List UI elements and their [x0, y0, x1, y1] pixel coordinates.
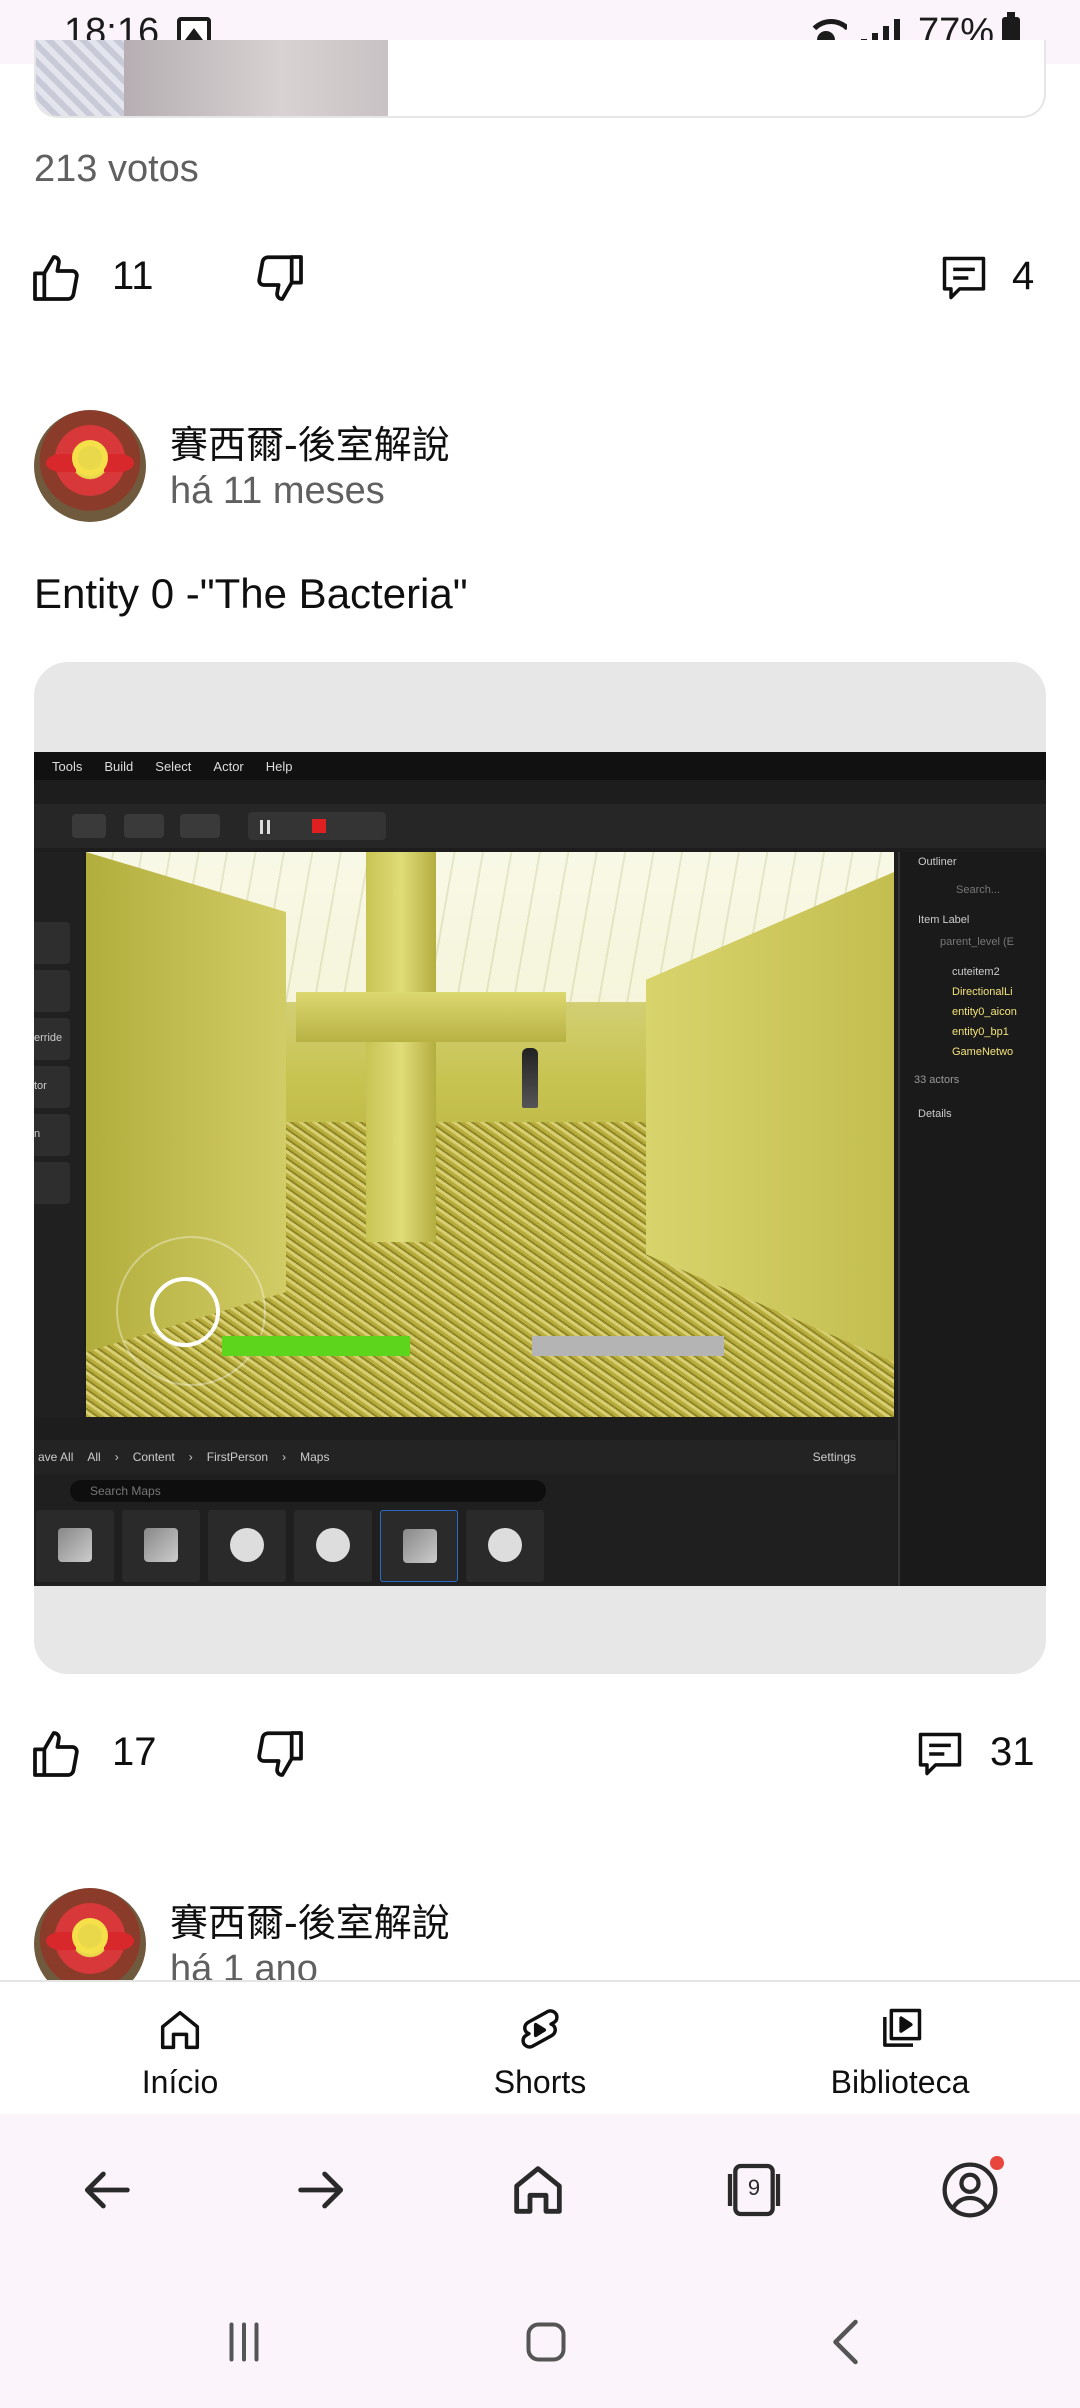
outliner-column: Item Label	[918, 914, 970, 926]
post-time: há 1 ano	[170, 1948, 318, 1980]
nav-library[interactable]: Biblioteca	[770, 1998, 1030, 2116]
nav-home[interactable]: Início	[50, 1998, 310, 2116]
editor-left-panel: erride tor n	[34, 852, 84, 1417]
play-controls	[248, 812, 386, 840]
like-count: 11	[112, 254, 154, 298]
stop-icon	[312, 819, 326, 833]
breadcrumb-item: Maps	[300, 1450, 330, 1464]
home-icon	[160, 2010, 200, 2050]
entity-figure	[522, 1048, 538, 1108]
next-post-header: 賽西爾-後室解說 há 1 ano	[0, 1888, 1080, 1980]
menu-item: Select	[155, 758, 192, 774]
account-button[interactable]	[938, 2156, 1004, 2222]
game-viewport	[86, 852, 894, 1417]
recent-apps-icon[interactable]	[214, 2312, 274, 2372]
post-time: há 11 meses	[170, 470, 385, 512]
nav-label: Shorts	[493, 2064, 587, 2100]
avatar[interactable]	[34, 1888, 146, 1980]
previous-post-image[interactable]	[34, 40, 1046, 118]
nav-label: Início	[141, 2064, 219, 2100]
outliner-panel: Outliner Search... Item Label parent_lev…	[898, 852, 1046, 1586]
panel-label: n	[34, 1114, 70, 1156]
outliner-item: DirectionalLi	[952, 986, 1013, 998]
breadcrumb-item: All	[87, 1450, 101, 1464]
notification-dot	[990, 2156, 1004, 2170]
menu-item: Build	[104, 758, 134, 774]
like-icon[interactable]	[28, 250, 84, 306]
tabs-button[interactable]: 9	[722, 2158, 786, 2222]
previous-post-actions: 11 4	[0, 240, 1080, 320]
content-breadcrumb: ave All All › Content › FirstPerson › Ma…	[34, 1440, 896, 1474]
editor-screenshot: Tools Build Select Actor Help erride tor…	[34, 752, 1046, 1586]
nav-shorts[interactable]: Shorts	[410, 1998, 670, 2116]
tab-count: 9	[747, 2175, 761, 2200]
outliner-item: entity0_bp1	[952, 1026, 1009, 1038]
joystick-icon	[150, 1277, 220, 1347]
menu-item: Tools	[52, 758, 83, 774]
menu-item: Actor	[213, 758, 244, 774]
poll-option-thumbnail	[36, 40, 124, 116]
system-nav-bar	[0, 2274, 1080, 2408]
avatar[interactable]	[34, 410, 146, 522]
breadcrumb-item: Content	[132, 1450, 175, 1464]
dislike-icon[interactable]	[252, 1726, 308, 1782]
library-icon	[883, 2008, 922, 2047]
like-icon[interactable]	[28, 1726, 84, 1782]
post-actions: 17 31	[0, 1716, 1080, 1796]
breadcrumb-item: FirstPerson	[206, 1450, 269, 1464]
details-title: Details	[918, 1108, 952, 1120]
channel-name[interactable]: 賽西爾-後室解說	[170, 1892, 450, 1947]
health-bar	[222, 1336, 410, 1356]
outliner-item: entity0_aicon	[952, 1006, 1017, 1018]
home-gesture-icon[interactable]	[516, 2312, 576, 2372]
poll-option-thumbnail	[124, 40, 388, 116]
editor-toolbar	[34, 804, 1046, 848]
comment-count: 31	[990, 1730, 1035, 1774]
breadcrumb-item: ave All	[38, 1450, 74, 1464]
dislike-icon[interactable]	[252, 250, 308, 306]
editor-menubar: Tools Build Select Actor Help	[34, 752, 1046, 780]
stamina-bar	[532, 1336, 724, 1356]
outliner-item: cuteitem2	[952, 966, 1000, 978]
forward-arrow-icon[interactable]	[290, 2158, 354, 2222]
channel-name[interactable]: 賽西爾-後室解說	[170, 414, 450, 469]
shorts-icon	[521, 2009, 559, 2049]
comment-icon[interactable]	[938, 250, 990, 306]
panel-label: erride	[34, 1018, 70, 1060]
like-count: 17	[112, 1730, 157, 1774]
panel-label: tor	[34, 1066, 70, 1108]
comment-count: 4	[1012, 254, 1035, 298]
outliner-title: Outliner	[918, 856, 957, 868]
settings-label: Settings	[812, 1450, 856, 1464]
nav-label: Biblioteca	[830, 2064, 970, 2100]
back-arrow-icon[interactable]	[74, 2158, 138, 2222]
search-maps-field: Search Maps	[70, 1480, 546, 1502]
comment-icon[interactable]	[914, 1726, 966, 1782]
app-bottom-nav: Início Shorts Biblioteca	[0, 1980, 1080, 2114]
poll-votes: 213 votos	[34, 148, 199, 190]
post-header: 賽西爾-後室解說 há 11 meses	[0, 410, 1080, 530]
actor-count: 33 actors	[914, 1074, 960, 1086]
browser-toolbar: 9	[0, 2114, 1080, 2274]
back-gesture-icon[interactable]	[818, 2312, 878, 2372]
home-icon[interactable]	[506, 2158, 570, 2222]
post-text: Entity 0 -"The Bacteria"	[34, 570, 468, 617]
outliner-item: parent_level (E	[940, 936, 1014, 948]
outliner-item: GameNetwo	[952, 1046, 1014, 1058]
post-image[interactable]: Tools Build Select Actor Help erride tor…	[34, 662, 1046, 1674]
menu-item: Help	[265, 758, 293, 774]
pause-icon	[260, 820, 270, 834]
content-browser: ave All All › Content › FirstPerson › Ma…	[34, 1440, 896, 1586]
outliner-search: Search...	[956, 884, 1001, 896]
